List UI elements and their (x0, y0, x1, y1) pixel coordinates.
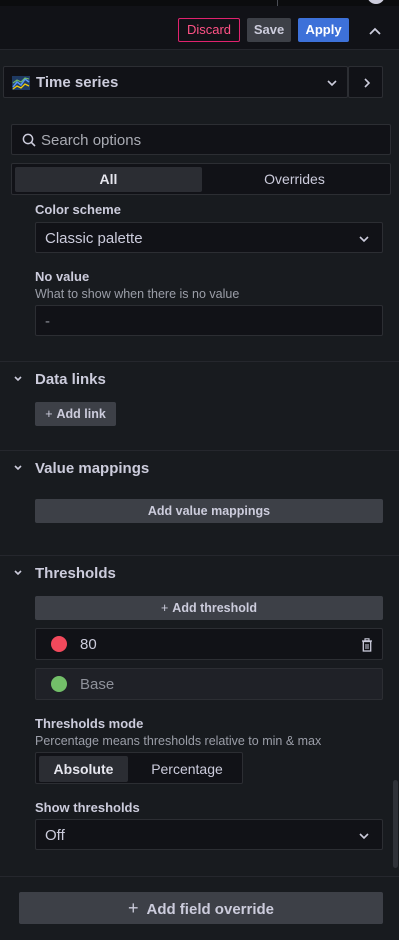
apply-button[interactable]: Apply (298, 18, 349, 42)
color-scheme-label-clip: Color scheme (0, 196, 399, 216)
color-scheme-value: Classic palette (45, 230, 143, 247)
no-value-input-text: - (45, 313, 50, 330)
chevron-down-icon (359, 833, 369, 840)
chevron-down-icon (14, 465, 22, 471)
thresholds-mode-absolute[interactable]: Absolute (39, 756, 128, 782)
time-series-chart-icon (12, 76, 30, 90)
collapse-options-button[interactable] (362, 20, 388, 42)
search-icon (22, 133, 36, 147)
threshold-base-value: Base (80, 676, 115, 693)
show-thresholds-value: Off (45, 827, 65, 844)
add-link-button[interactable]: + Add link (35, 402, 116, 426)
search-input[interactable] (41, 130, 381, 150)
thresholds-title: Thresholds (35, 565, 116, 582)
data-links-title: Data links (35, 371, 106, 388)
search-options-field[interactable] (11, 124, 391, 155)
add-threshold-button[interactable]: + Add threshold (35, 596, 383, 620)
trash-icon[interactable] (361, 638, 373, 652)
toolbar-top-edge (0, 0, 399, 6)
thresholds-mode-label: Thresholds mode (35, 716, 144, 731)
chevron-right-icon (364, 78, 371, 88)
add-threshold-label: Add threshold (172, 601, 258, 615)
visualization-next-button[interactable] (348, 66, 383, 98)
options-scrollbar[interactable] (393, 780, 398, 868)
threshold-color-swatch[interactable] (51, 676, 67, 692)
threshold-color-swatch[interactable] (51, 636, 67, 652)
plus-icon: + (45, 407, 53, 421)
show-thresholds-label: Show thresholds (35, 800, 140, 815)
plus-icon: + (127, 898, 139, 918)
chevron-down-icon (14, 570, 22, 576)
show-thresholds-select[interactable]: Off (35, 819, 383, 850)
visualization-name: Time series (36, 74, 119, 91)
threshold-value[interactable]: 80 (80, 636, 97, 653)
add-field-override-button[interactable]: + Add field override (19, 892, 383, 924)
options-tabs: All Overrides (11, 163, 391, 195)
chevron-down-icon (327, 80, 337, 87)
no-value-description: What to show when there is no value (35, 287, 240, 301)
tab-overrides[interactable]: Overrides (202, 167, 387, 192)
no-value-label: No value (35, 269, 90, 284)
no-value-input[interactable]: - (35, 305, 383, 336)
add-field-override-label: Add field override (146, 901, 275, 918)
value-mappings-title: Value mappings (35, 460, 150, 477)
add-link-label: Add link (56, 407, 106, 421)
thresholds-mode-description: Percentage means thresholds relative to … (35, 734, 322, 748)
chevron-down-icon (359, 236, 369, 243)
add-value-mappings-button[interactable]: Add value mappings (35, 499, 383, 523)
thresholds-section-header[interactable]: Thresholds (0, 556, 399, 590)
visualization-picker[interactable]: Time series (3, 66, 348, 98)
toolbar-divider (277, 0, 278, 6)
data-links-section-header[interactable]: Data links (0, 362, 399, 396)
thresholds-mode-radio-group: Absolute Percentage (35, 752, 243, 784)
chevron-down-icon (14, 376, 22, 382)
discard-button[interactable]: Discard (178, 18, 240, 42)
value-mappings-section-header[interactable]: Value mappings (0, 451, 399, 485)
plus-icon: + (160, 601, 169, 615)
thresholds-mode-percentage[interactable]: Percentage (132, 756, 242, 782)
color-scheme-select[interactable]: Classic palette (35, 222, 383, 253)
threshold-row: 80 (35, 628, 383, 660)
color-scheme-label: Color scheme (35, 202, 121, 216)
save-button[interactable]: Save (247, 18, 291, 42)
tab-all[interactable]: All (15, 167, 202, 192)
threshold-row-base: Base (35, 668, 383, 700)
chevron-up-icon (369, 27, 381, 35)
